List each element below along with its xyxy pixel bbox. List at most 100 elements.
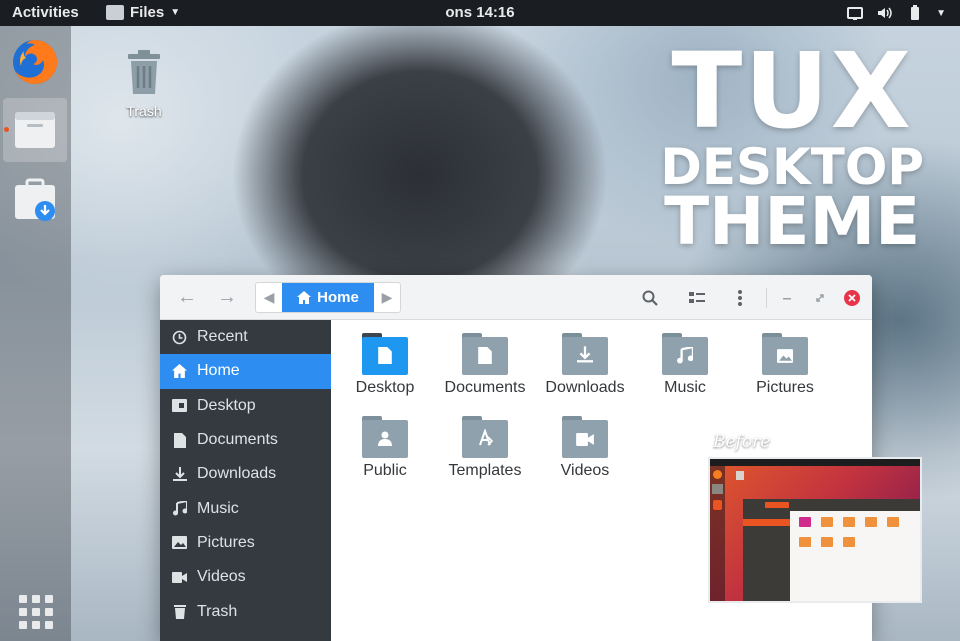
path-scroll-right-button[interactable]: ▶ bbox=[374, 283, 400, 312]
dock bbox=[0, 26, 71, 641]
dock-item-software[interactable] bbox=[3, 168, 67, 232]
picture-icon bbox=[172, 535, 187, 550]
headline-line-1: TUX bbox=[671, 30, 913, 152]
sidebar-item-label: Trash bbox=[197, 602, 238, 620]
search-icon bbox=[642, 290, 658, 306]
battery-icon[interactable] bbox=[906, 4, 924, 22]
back-button[interactable]: ← bbox=[174, 285, 200, 309]
sidebar-item-label: Documents bbox=[197, 431, 278, 449]
desktop-trash[interactable]: Trash bbox=[116, 48, 172, 119]
files-icon bbox=[15, 112, 55, 148]
file-name: Videos bbox=[560, 462, 610, 479]
clock[interactable]: ons 14:16 bbox=[445, 4, 514, 21]
pictures-folder-icon bbox=[762, 333, 808, 375]
desktop-folder-icon bbox=[362, 333, 408, 375]
sidebar-item-label: Recent bbox=[197, 328, 248, 346]
video-icon bbox=[172, 570, 187, 585]
volume-icon[interactable] bbox=[876, 4, 894, 22]
path-bar: ◀ Home ▶ bbox=[255, 282, 401, 313]
home-icon bbox=[297, 291, 312, 304]
desktop-trash-label: Trash bbox=[126, 103, 162, 119]
software-install-icon bbox=[15, 178, 55, 221]
arrow-left-icon: ← bbox=[177, 285, 197, 308]
sidebar-item-documents[interactable]: Documents bbox=[160, 423, 331, 457]
path-home-button[interactable]: Home bbox=[282, 283, 374, 312]
file-item-documents[interactable]: Documents bbox=[435, 333, 535, 397]
file-item-downloads[interactable]: Downloads bbox=[535, 333, 635, 397]
search-button[interactable] bbox=[639, 287, 661, 309]
dock-item-files[interactable] bbox=[3, 98, 67, 162]
arrow-right-icon: → bbox=[217, 285, 237, 308]
app-menu-label: Files bbox=[130, 4, 165, 21]
sidebar-item-home[interactable]: Home bbox=[160, 354, 331, 389]
file-item-public[interactable]: Public bbox=[335, 416, 435, 480]
documents-folder-icon bbox=[462, 333, 508, 375]
trash-icon bbox=[172, 604, 187, 620]
system-tray[interactable]: ▼ bbox=[846, 4, 946, 22]
file-name: Pictures bbox=[756, 379, 814, 396]
desktop-icon bbox=[172, 398, 187, 413]
file-name: Templates bbox=[448, 462, 522, 479]
forward-button[interactable]: → bbox=[214, 285, 240, 309]
app-menu[interactable]: Files ▼ bbox=[106, 4, 180, 21]
running-indicator bbox=[4, 127, 9, 132]
before-screenshot bbox=[708, 457, 922, 603]
sidebar-item-recent[interactable]: Recent bbox=[160, 320, 331, 354]
screen-icon[interactable] bbox=[846, 4, 864, 22]
menu-button[interactable] bbox=[729, 287, 751, 309]
public-folder-icon bbox=[362, 416, 408, 458]
minimize-button[interactable] bbox=[776, 287, 798, 309]
chevron-left-icon: ◀ bbox=[263, 289, 275, 305]
close-icon bbox=[844, 290, 860, 306]
before-topbar bbox=[710, 459, 920, 466]
path-home-label: Home bbox=[317, 289, 359, 306]
videos-folder-icon bbox=[562, 416, 608, 458]
download-icon bbox=[172, 466, 187, 482]
chevron-right-icon: ▶ bbox=[381, 289, 393, 305]
header-separator bbox=[766, 288, 767, 308]
close-button[interactable] bbox=[841, 287, 863, 309]
file-item-templates[interactable]: Templates bbox=[435, 416, 535, 480]
chevron-down-icon[interactable]: ▼ bbox=[936, 8, 946, 19]
sidebar-item-desktop[interactable]: Desktop bbox=[160, 389, 331, 423]
music-folder-icon bbox=[662, 333, 708, 375]
file-name: Public bbox=[363, 462, 407, 479]
path-scroll-left-button[interactable]: ◀ bbox=[256, 283, 282, 312]
headline: TUX DESKTOP THEME bbox=[660, 30, 924, 260]
list-view-icon bbox=[689, 292, 705, 303]
sidebar-item-trash[interactable]: Trash bbox=[160, 594, 331, 628]
activities-button[interactable]: Activities bbox=[12, 4, 79, 21]
clock-icon bbox=[172, 330, 187, 345]
downloads-folder-icon bbox=[562, 333, 608, 375]
file-name: Documents bbox=[444, 379, 526, 396]
file-item-videos[interactable]: Videos bbox=[535, 416, 635, 480]
home-icon bbox=[172, 364, 187, 379]
maximize-button[interactable] bbox=[809, 287, 831, 309]
file-name: Music bbox=[664, 379, 706, 396]
sidebar-item-label: Desktop bbox=[197, 396, 256, 414]
file-name: Desktop bbox=[355, 379, 415, 396]
top-bar: Activities Files ▼ ons 14:16 ▼ bbox=[0, 0, 960, 26]
firefox-icon bbox=[13, 39, 58, 84]
view-mode-button[interactable] bbox=[686, 287, 708, 309]
headline-line-3: THEME bbox=[664, 182, 921, 260]
file-item-desktop[interactable]: Desktop bbox=[335, 333, 435, 397]
sidebar-item-label: Pictures bbox=[197, 533, 255, 551]
kebab-menu-icon bbox=[738, 290, 742, 306]
sidebar-item-label: Music bbox=[197, 499, 239, 517]
dock-item-firefox[interactable] bbox=[3, 30, 67, 94]
sidebar-item-pictures[interactable]: Pictures bbox=[160, 526, 331, 560]
show-applications-button[interactable] bbox=[15, 591, 55, 631]
header-bar: ← → ◀ Home ▶ bbox=[160, 275, 872, 320]
sidebar-item-label: Home bbox=[197, 362, 240, 380]
music-icon bbox=[172, 501, 187, 516]
sidebar-item-music[interactable]: Music bbox=[160, 491, 331, 525]
chevron-down-icon: ▼ bbox=[170, 7, 181, 18]
file-item-music[interactable]: Music bbox=[635, 333, 735, 397]
sidebar-item-videos[interactable]: Videos bbox=[160, 560, 331, 594]
sidebar-item-downloads[interactable]: Downloads bbox=[160, 457, 331, 491]
templates-folder-icon bbox=[462, 416, 508, 458]
maximize-icon bbox=[816, 294, 824, 302]
minimize-icon bbox=[783, 298, 791, 300]
file-item-pictures[interactable]: Pictures bbox=[735, 333, 835, 397]
